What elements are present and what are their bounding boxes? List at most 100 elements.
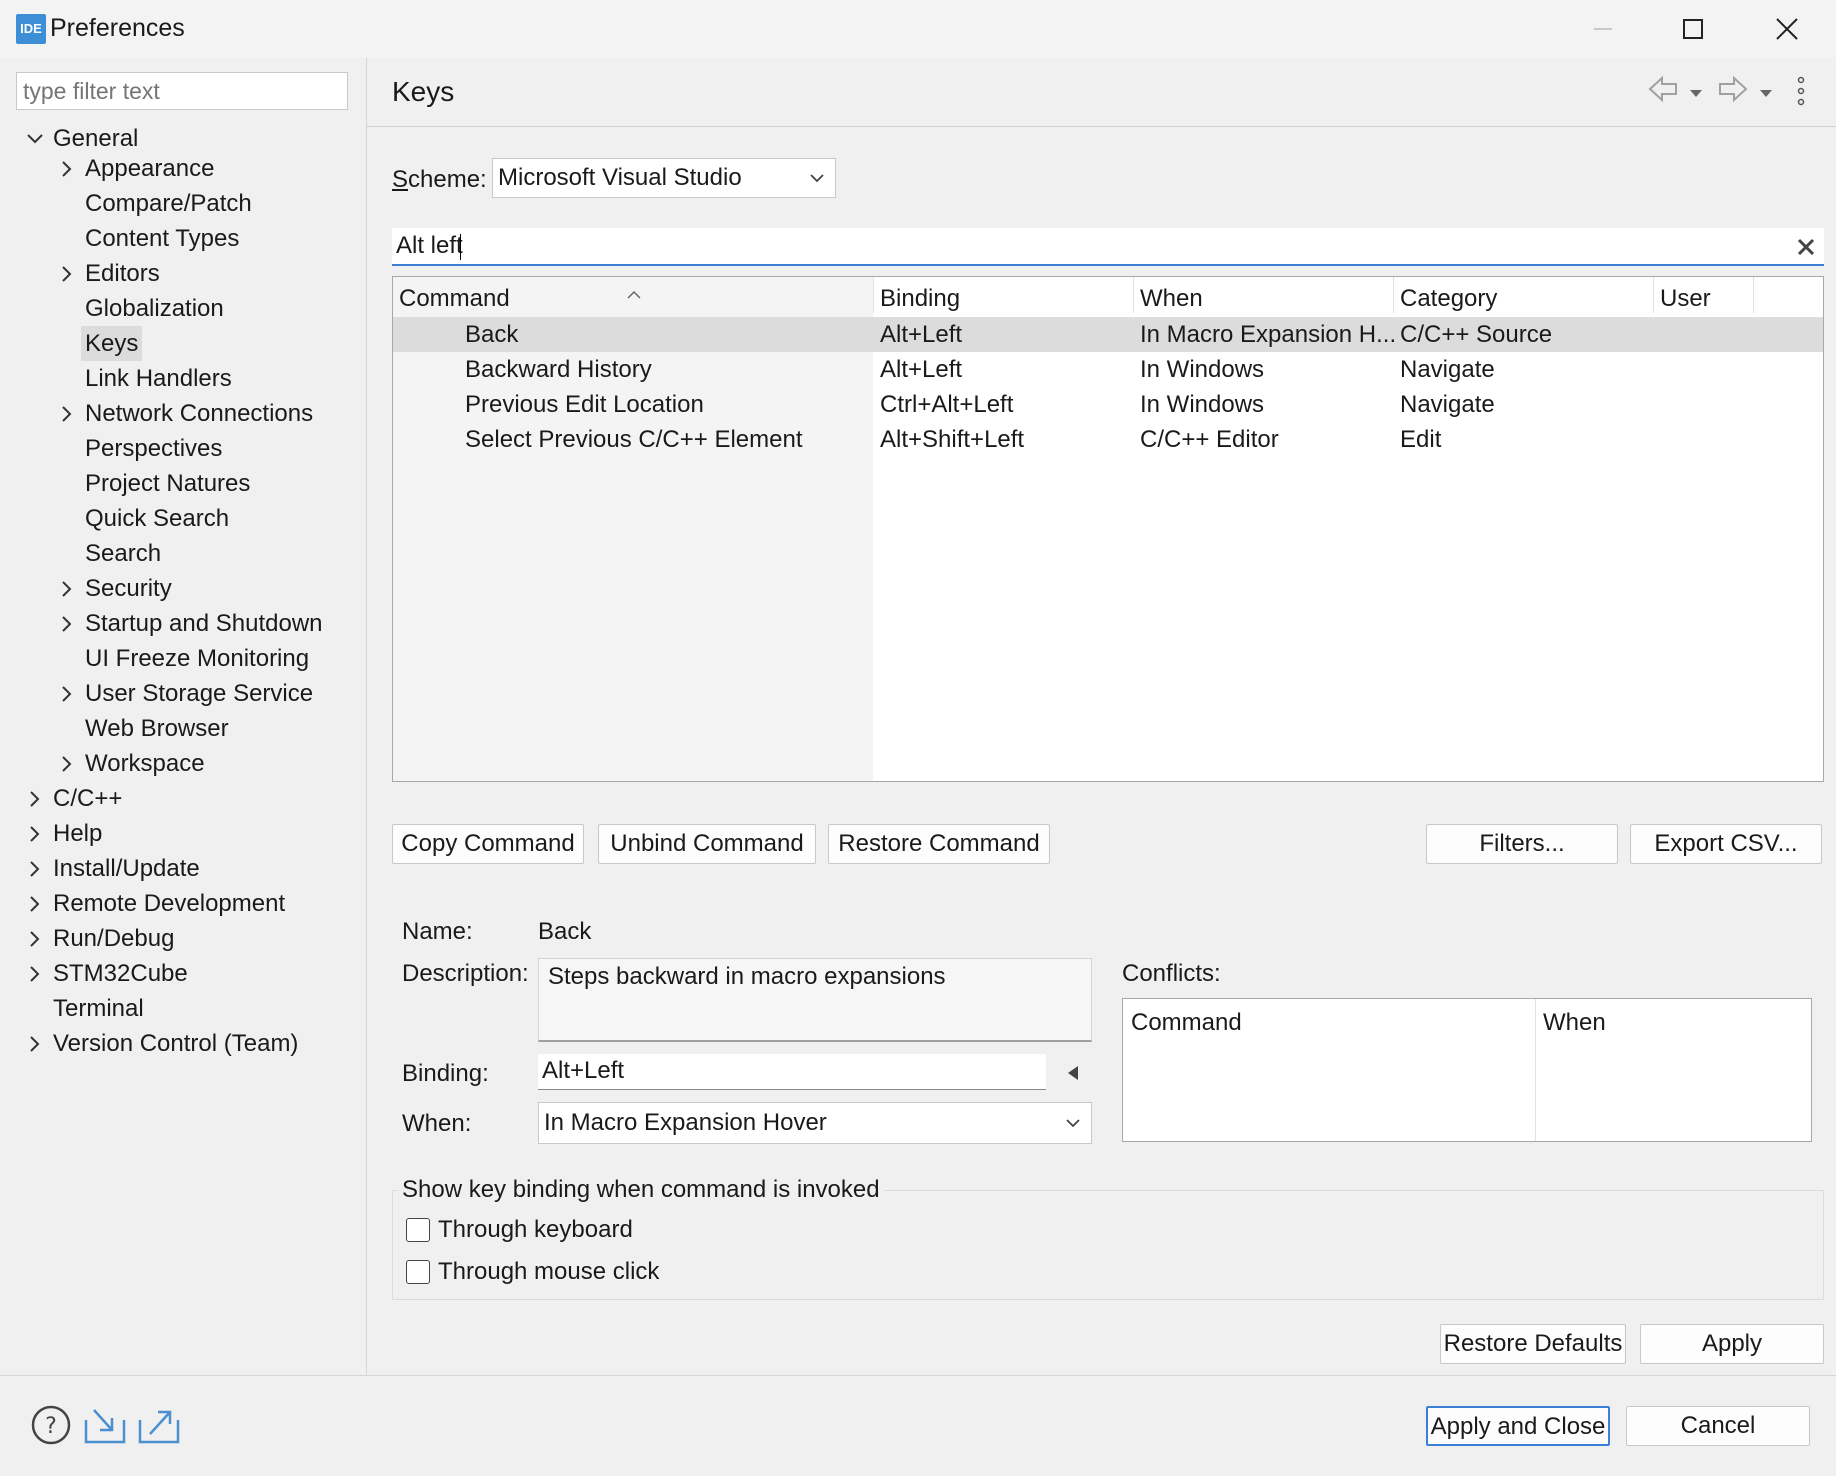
tree-item-run-debug[interactable]: Run/Debug	[53, 921, 174, 956]
tree-item-editors[interactable]: Editors	[85, 256, 160, 291]
tree-item-help[interactable]: Help	[53, 816, 102, 851]
tree-item-stm32cube[interactable]: STM32Cube	[53, 956, 188, 991]
scheme-select[interactable]: Microsoft Visual Studio	[492, 158, 836, 198]
when-label: When:	[402, 1110, 472, 1137]
tree-item-version-control-team[interactable]: Version Control (Team)	[53, 1026, 298, 1061]
close-button[interactable]	[1742, 0, 1832, 58]
tree-item-search[interactable]: Search	[85, 536, 161, 571]
tree-item-compare-patch[interactable]: Compare/Patch	[85, 186, 252, 221]
cancel-button[interactable]: Cancel	[1626, 1406, 1810, 1446]
column-header-when[interactable]: When	[1134, 277, 1394, 313]
chevron-right-icon[interactable]	[26, 1026, 44, 1065]
key-search-value: Alt left	[396, 232, 463, 259]
tree-item-terminal[interactable]: Terminal	[53, 991, 144, 1026]
name-value: Back	[538, 918, 592, 945]
conflicts-header-command[interactable]: Command	[1131, 1009, 1242, 1037]
column-header-category[interactable]: Category	[1394, 277, 1654, 313]
tree-item-install-update[interactable]: Install/Update	[53, 851, 200, 886]
table-cell-binding: Ctrl+Alt+Left	[880, 391, 1014, 418]
view-menu-button[interactable]	[1794, 74, 1808, 115]
page-title: Keys	[392, 76, 455, 107]
table-cell-binding: Alt+Left	[880, 321, 963, 348]
chevron-down-icon	[1066, 1119, 1080, 1128]
sort-ascending-icon	[626, 279, 642, 307]
chevron-down-icon[interactable]	[26, 121, 44, 160]
chevron-right-icon[interactable]	[58, 571, 76, 610]
forward-nav-button[interactable]	[1716, 72, 1750, 113]
through-mouse-checkbox[interactable]	[406, 1260, 430, 1284]
tree-item-network-connections[interactable]: Network Connections	[85, 396, 313, 431]
chevron-right-icon[interactable]	[26, 921, 44, 960]
tree-item-appearance[interactable]: Appearance	[85, 151, 214, 186]
chevron-right-icon[interactable]	[58, 151, 76, 190]
through-keyboard-checkbox[interactable]	[406, 1218, 430, 1242]
filters-button[interactable]: Filters...	[1426, 824, 1618, 864]
table-cell-binding: Alt+Shift+Left	[880, 426, 1025, 453]
apply-button[interactable]: Apply	[1640, 1324, 1824, 1364]
minimize-button[interactable]	[1558, 0, 1648, 58]
key-search-input[interactable]: Alt left	[392, 228, 1824, 266]
chevron-down-icon	[1690, 90, 1702, 97]
chevron-right-icon[interactable]	[58, 676, 76, 715]
chevron-right-icon[interactable]	[26, 781, 44, 820]
table-row[interactable]: Select Previous C/C++ Element Alt+Shift+L…	[393, 422, 1823, 457]
tree-item-remote-development[interactable]: Remote Development	[53, 886, 285, 921]
chevron-right-icon[interactable]	[58, 606, 76, 645]
title-bar: IDE Preferences	[0, 0, 1836, 58]
tree-item-c-c[interactable]: C/C++	[53, 781, 122, 816]
chevron-right-icon[interactable]	[26, 886, 44, 925]
tree-item-user-storage-service[interactable]: User Storage Service	[85, 676, 313, 711]
tree-item-workspace[interactable]: Workspace	[85, 746, 205, 781]
binding-input[interactable]: Alt+Left	[538, 1054, 1046, 1090]
tree-item-perspectives[interactable]: Perspectives	[85, 431, 222, 466]
clear-search-button[interactable]	[1796, 236, 1816, 264]
through-mouse-label: Through mouse click	[438, 1258, 660, 1285]
apply-and-close-button[interactable]: Apply and Close	[1426, 1406, 1610, 1446]
table-cell-when: In Windows	[1140, 391, 1265, 418]
binding-menu-button[interactable]	[1062, 1062, 1084, 1090]
tree-item-security[interactable]: Security	[85, 571, 172, 606]
tree-item-link-handlers[interactable]: Link Handlers	[85, 361, 232, 396]
conflicts-table[interactable]: Command When	[1122, 998, 1812, 1142]
chevron-right-icon[interactable]	[26, 816, 44, 855]
export-button[interactable]	[136, 1404, 182, 1453]
chevron-right-icon[interactable]	[58, 746, 76, 785]
copy-command-button[interactable]: Copy Command	[392, 824, 584, 864]
column-header-binding[interactable]: Binding	[874, 277, 1134, 313]
table-row[interactable]: Backward History Alt+Left In Windows Naviga…	[393, 352, 1823, 387]
triangle-left-icon	[1068, 1066, 1078, 1080]
table-cell-command: Back	[465, 321, 519, 348]
when-select[interactable]: In Macro Expansion Hover	[538, 1102, 1092, 1144]
unbind-command-button[interactable]: Unbind Command	[598, 824, 816, 864]
back-dropdown[interactable]	[1688, 80, 1704, 108]
chevron-right-icon[interactable]	[26, 851, 44, 890]
tree-item-project-natures[interactable]: Project Natures	[85, 466, 250, 501]
tree-item-ui-freeze-monitoring[interactable]: UI Freeze Monitoring	[85, 641, 309, 676]
table-row[interactable]: Previous Edit Location Ctrl+Alt+Left In Wi…	[393, 387, 1823, 422]
chevron-right-icon[interactable]	[58, 396, 76, 435]
filter-input[interactable]	[16, 72, 348, 110]
tree-item-web-browser[interactable]: Web Browser	[85, 711, 229, 746]
name-label: Name:	[402, 918, 473, 945]
forward-dropdown[interactable]	[1758, 80, 1774, 108]
table-cell-category: Navigate	[1400, 391, 1495, 418]
tree-item-globalization[interactable]: Globalization	[85, 291, 224, 326]
import-button[interactable]	[82, 1404, 128, 1453]
chevron-right-icon[interactable]	[26, 956, 44, 995]
tree-item-quick-search[interactable]: Quick Search	[85, 501, 229, 536]
conflicts-header-when[interactable]: When	[1543, 1009, 1606, 1037]
tree-item-startup-and-shutdown[interactable]: Startup and Shutdown	[85, 606, 323, 641]
column-header-user[interactable]: User	[1654, 277, 1754, 313]
tree-item-content-types[interactable]: Content Types	[85, 221, 239, 256]
tree-item-keys[interactable]: Keys	[81, 326, 143, 361]
maximize-button[interactable]	[1648, 0, 1738, 58]
table-row[interactable]: Back Alt+Left In Macro Expansion H... C/C++…	[393, 317, 1823, 352]
forward-arrow-icon	[1719, 75, 1748, 103]
export-csv-button[interactable]: Export CSV...	[1630, 824, 1822, 864]
bindings-table[interactable]: Command Binding When Category User Back A…	[392, 276, 1824, 782]
chevron-right-icon[interactable]	[58, 256, 76, 295]
help-button[interactable]: ?	[30, 1404, 72, 1453]
restore-defaults-button[interactable]: Restore Defaults	[1440, 1324, 1626, 1364]
restore-command-button[interactable]: Restore Command	[828, 824, 1050, 864]
back-nav-button[interactable]	[1646, 72, 1680, 113]
